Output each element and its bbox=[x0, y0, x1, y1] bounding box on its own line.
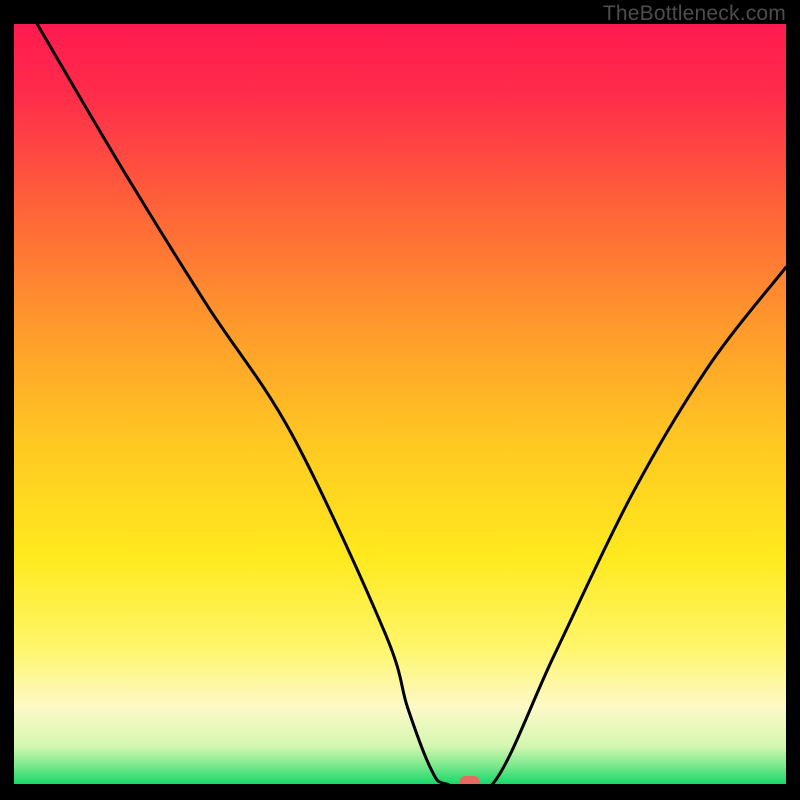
plot-area bbox=[14, 24, 786, 784]
watermark-label: TheBottleneck.com bbox=[603, 2, 786, 26]
optimum-marker bbox=[459, 776, 479, 784]
gradient-background bbox=[14, 24, 786, 784]
chart-frame: TheBottleneck.com bbox=[0, 0, 800, 800]
chart-svg bbox=[14, 24, 786, 784]
